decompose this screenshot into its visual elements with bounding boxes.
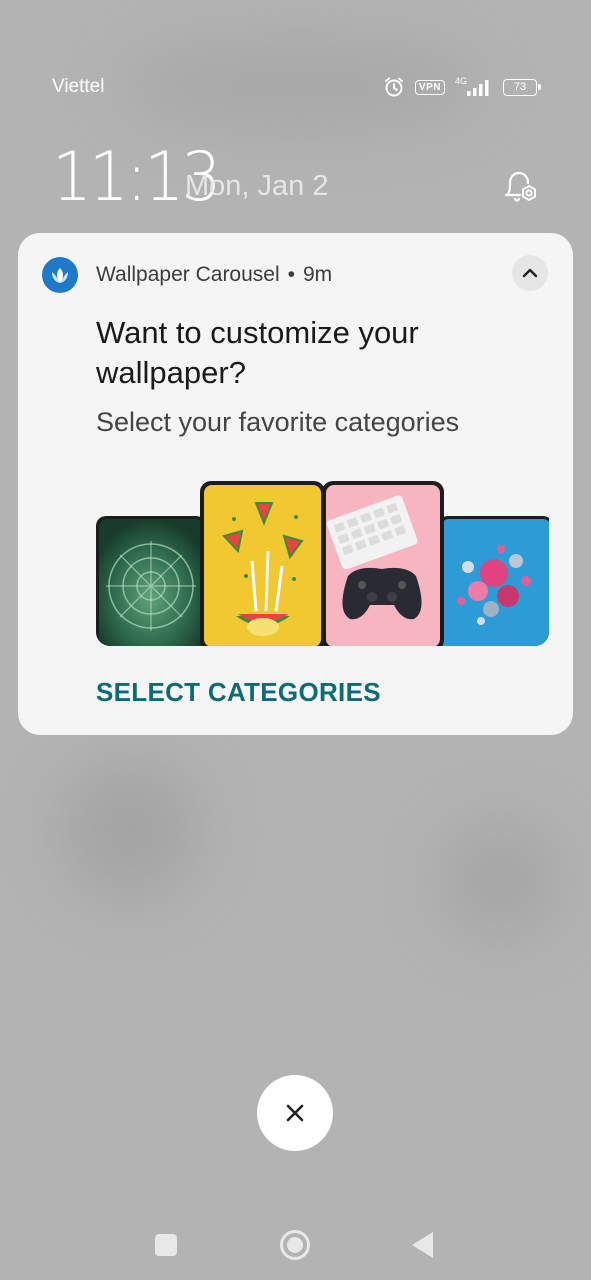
notification-settings-icon[interactable] (500, 168, 540, 208)
notification-title: Want to customize your wallpaper? (96, 315, 419, 390)
carrier-name: Viettel (52, 76, 105, 97)
battery-level: 73 (513, 81, 527, 93)
notification-body: Select your favorite categories (96, 407, 460, 437)
select-categories-button[interactable]: SELECT CATEGORIES (96, 677, 381, 708)
signal-icon: 4G (454, 75, 493, 96)
home-icon-dot (287, 1237, 303, 1253)
recents-icon[interactable] (155, 1234, 177, 1256)
alarm-icon (383, 76, 405, 98)
notification-header: Wallpaper Carousel • 9m (96, 263, 332, 287)
wallpaper-carousel-app-icon (42, 257, 78, 293)
app-name: Wallpaper Carousel (96, 263, 280, 286)
vpn-icon: VPN (414, 79, 445, 95)
notification-age: 9m (303, 263, 333, 286)
collapse-button[interactable] (512, 255, 548, 291)
lockscreen-date: Mon, Jan 2 (185, 170, 329, 202)
dismiss-notifications-button[interactable] (257, 1075, 333, 1151)
home-icon[interactable] (280, 1230, 310, 1260)
chevron-up-icon (522, 268, 538, 278)
background-blur (440, 820, 560, 940)
back-icon[interactable] (412, 1232, 433, 1258)
network-type: 4G (454, 75, 467, 86)
notification-card[interactable]: Wallpaper Carousel • 9m Want to customiz… (18, 233, 573, 735)
status-icons: VPN 4G 73 (383, 74, 541, 100)
battery-icon: 73 (503, 78, 541, 96)
close-icon (286, 1104, 304, 1122)
background-blur (60, 760, 200, 900)
header-separator: • (287, 263, 295, 286)
wallpaper-preview-image (96, 481, 549, 646)
